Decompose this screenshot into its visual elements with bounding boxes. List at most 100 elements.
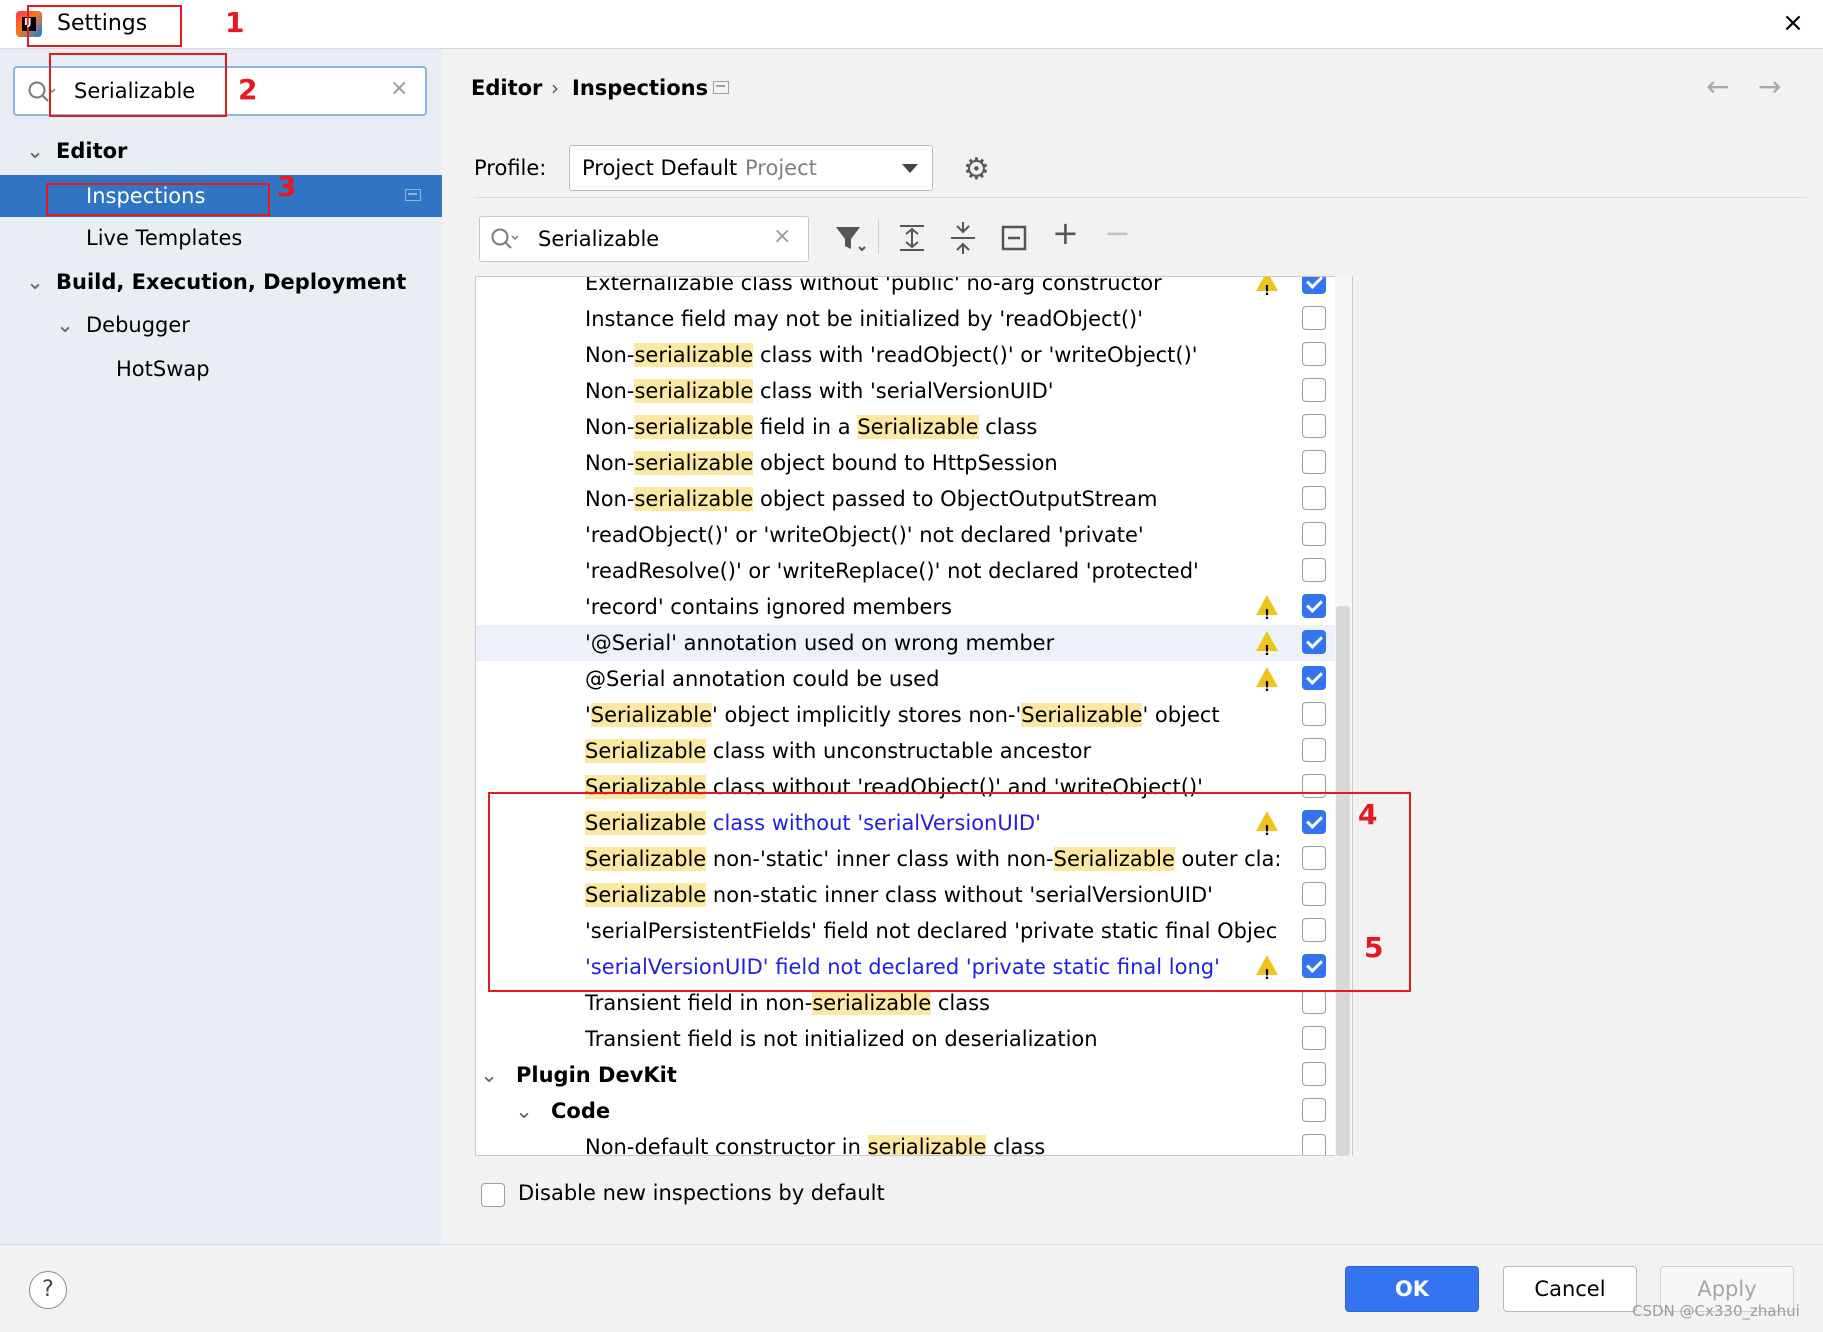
inspection-label: Externalizable class without 'public' no… <box>585 277 1246 301</box>
search-match-highlight: serializable <box>634 343 754 367</box>
enable-checkbox[interactable] <box>1302 1026 1326 1050</box>
clear-filter-icon[interactable]: × <box>773 224 791 249</box>
inspection-row[interactable]: 'readResolve()' or 'writeReplace()' not … <box>476 553 1336 589</box>
inspection-row[interactable]: '@Serial' annotation used on wrong membe… <box>476 625 1336 670</box>
label-segment: Non- <box>585 343 635 367</box>
enable-checkbox[interactable] <box>1302 630 1326 654</box>
title-bar <box>0 0 1823 49</box>
inspection-label: Non-default constructor in serializable … <box>585 1129 1291 1156</box>
inspection-row[interactable]: Non-serializable class with 'readObject(… <box>476 337 1336 373</box>
enable-checkbox[interactable] <box>1302 666 1326 690</box>
forward-arrow-icon[interactable]: → <box>1758 70 1781 103</box>
enable-checkbox[interactable] <box>1302 990 1326 1014</box>
enable-checkbox[interactable] <box>1302 277 1326 294</box>
inspection-row[interactable]: Instance field may not be initialized by… <box>476 301 1336 337</box>
tree-item-editor[interactable]: ⌄ Editor <box>0 130 442 172</box>
gear-icon[interactable]: ⚙ <box>963 152 990 187</box>
inspection-group-row[interactable]: ⌄ Code <box>476 1093 1336 1129</box>
search-match-highlight: serializable <box>634 415 754 439</box>
chevron-down-icon[interactable]: ⌄ <box>512 1093 536 1129</box>
add-icon[interactable]: + <box>1052 214 1079 252</box>
enable-checkbox[interactable] <box>1302 486 1326 510</box>
inspection-row[interactable]: Non-serializable field in a Serializable… <box>476 409 1336 445</box>
inspection-label: Transient field is not initialized on de… <box>585 1021 1291 1057</box>
inspection-row[interactable]: Externalizable class without 'public' no… <box>476 277 1336 310</box>
label-segment: 'readObject()' or 'writeObject()' not de… <box>585 523 1144 547</box>
enable-checkbox[interactable] <box>1302 1062 1326 1086</box>
enable-checkbox[interactable] <box>1302 522 1326 546</box>
filter-icon[interactable] <box>830 218 870 258</box>
reset-icon[interactable] <box>994 218 1034 258</box>
inspection-row[interactable]: Non-serializable object passed to Object… <box>476 481 1336 517</box>
tree-item-label: Build, Execution, Deployment <box>56 270 407 294</box>
expand-all-icon[interactable] <box>892 218 932 258</box>
annotation-number-5: 5 <box>1364 931 1384 964</box>
enable-checkbox[interactable] <box>1302 450 1326 474</box>
help-icon[interactable]: ? <box>29 1271 67 1309</box>
inspection-label: Non-serializable object bound to HttpSes… <box>585 445 1291 481</box>
inspections-tree[interactable]: Externalizable class without 'public' no… <box>475 276 1353 1156</box>
inspection-row[interactable]: @Serial annotation could be used <box>476 661 1336 706</box>
inspection-row[interactable]: Transient field is not initialized on de… <box>476 1021 1336 1057</box>
inspection-filter-box[interactable]: × <box>479 216 809 262</box>
chevron-down-icon[interactable]: ⌄ <box>55 304 75 346</box>
chevron-down-icon[interactable]: ⌄ <box>477 1057 501 1093</box>
search-match-highlight: serializable <box>812 991 932 1015</box>
enable-checkbox[interactable] <box>1302 594 1326 618</box>
annotation-box-4-5 <box>488 792 1411 992</box>
label-segment: Instance field may not be initialized by… <box>585 307 1143 331</box>
watermark: CSDN @Cx330_zhahui <box>1632 1302 1800 1320</box>
chevron-down-icon[interactable]: ⌄ <box>25 130 45 172</box>
inspection-row[interactable]: 'Serializable' object implicitly stores … <box>476 697 1336 733</box>
enable-checkbox[interactable] <box>1302 1134 1326 1155</box>
tree-item-live-templates[interactable]: Live Templates <box>0 217 442 259</box>
inspection-row[interactable]: 'record' contains ignored members <box>476 589 1336 634</box>
label-segment: Non-default constructor in <box>585 1135 868 1156</box>
label-segment: ' <box>585 703 591 727</box>
enable-checkbox[interactable] <box>1302 702 1326 726</box>
inspection-row[interactable]: 'readObject()' or 'writeObject()' not de… <box>476 517 1336 553</box>
close-icon[interactable]: × <box>1776 6 1810 40</box>
label-segment: Code <box>551 1099 611 1123</box>
disable-new-inspections-checkbox[interactable] <box>481 1183 505 1207</box>
ok-button[interactable]: OK <box>1345 1266 1479 1312</box>
enable-checkbox[interactable] <box>1302 738 1326 762</box>
inspection-group-row[interactable]: ⌄ Plugin DevKit <box>476 1057 1336 1093</box>
disable-new-inspections-label[interactable]: Disable new inspections by default <box>518 1181 885 1205</box>
inspection-row[interactable]: Non-default constructor in serializable … <box>476 1129 1336 1156</box>
tree-item-debugger[interactable]: ⌄ Debugger <box>0 304 442 346</box>
inspection-filter-input[interactable] <box>538 225 758 253</box>
inspection-label: Non-serializable class with 'readObject(… <box>585 337 1291 373</box>
clear-search-icon[interactable]: × <box>390 76 408 101</box>
search-match-highlight: serializable <box>634 379 754 403</box>
tree-item-label: HotSwap <box>116 357 210 381</box>
enable-checkbox[interactable] <box>1302 342 1326 366</box>
inspection-row[interactable]: Serializable class with unconstructable … <box>476 733 1336 769</box>
label-segment: field in a <box>753 415 858 439</box>
inspection-label: 'Serializable' object implicitly stores … <box>585 697 1291 733</box>
breadcrumb-editor[interactable]: Editor <box>471 76 542 100</box>
label-segment: Non- <box>585 415 635 439</box>
enable-checkbox[interactable] <box>1302 306 1326 330</box>
inspection-label: Plugin DevKit <box>516 1057 1291 1093</box>
header-divider <box>474 197 1807 198</box>
enable-checkbox[interactable] <box>1302 1098 1326 1122</box>
collapse-all-icon[interactable] <box>943 218 983 258</box>
inspection-row[interactable]: Non-serializable object bound to HttpSes… <box>476 445 1336 481</box>
back-arrow-icon[interactable]: ← <box>1706 70 1729 103</box>
chevron-down-icon[interactable]: ⌄ <box>25 261 45 303</box>
label-segment: 'record' contains ignored members <box>585 595 952 619</box>
tree-item-hotswap[interactable]: HotSwap <box>0 348 442 390</box>
enable-checkbox[interactable] <box>1302 378 1326 402</box>
enable-checkbox[interactable] <box>1302 558 1326 582</box>
label-segment: Transient field in non- <box>585 991 813 1015</box>
cancel-button[interactable]: Cancel <box>1503 1266 1637 1312</box>
profile-dropdown[interactable]: Project Default Project <box>569 145 933 191</box>
label-segment: object passed to ObjectOutputStream <box>753 487 1158 511</box>
tree-item-build-execution-deployment[interactable]: ⌄ Build, Execution, Deployment <box>0 261 442 303</box>
enable-checkbox[interactable] <box>1302 414 1326 438</box>
inspection-label: 'readResolve()' or 'writeReplace()' not … <box>585 553 1291 589</box>
remove-icon[interactable]: − <box>1104 214 1131 252</box>
inspection-row[interactable]: Non-serializable class with 'serialVersi… <box>476 373 1336 409</box>
breadcrumb-current: Inspections <box>572 76 709 100</box>
